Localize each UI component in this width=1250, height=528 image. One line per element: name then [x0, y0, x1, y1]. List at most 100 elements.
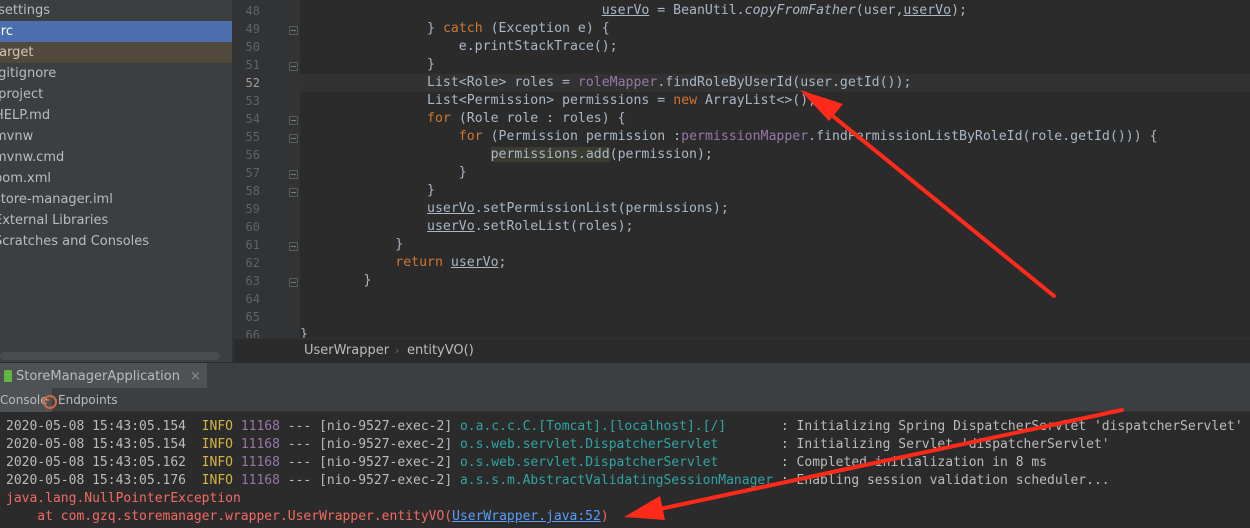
tree-item-scratches[interactable]: Scratches and Consoles [0, 231, 232, 252]
editor-gutter[interactable]: 48 49 50 51 52 53 54 55 56 57 58 59 60 6… [234, 0, 300, 338]
tree-item-gitignore[interactable]: .gitignore [0, 63, 232, 84]
line-number: 57 [245, 166, 260, 180]
line-number: 56 [245, 148, 260, 162]
tree-item-mvnw[interactable]: mvnw [0, 126, 232, 147]
breadcrumb-method[interactable]: entityVO() [407, 340, 474, 362]
code-token: copyFromFather [744, 3, 856, 18]
stacktrace-source-link[interactable]: UserWrapper.java:52 [452, 509, 601, 524]
fold-marker-icon[interactable] [289, 188, 298, 197]
code-token: permissionMapper [681, 129, 809, 144]
fold-marker-icon[interactable] [289, 278, 298, 287]
tree-item-settings[interactable]: .settings [0, 0, 232, 21]
stacktrace-close: ) [600, 509, 609, 524]
fold-marker-icon[interactable] [289, 242, 298, 251]
tree-item-target[interactable]: target [0, 42, 232, 63]
log-thread: [nio-9527-exec-2] [319, 437, 453, 452]
code-token: } [363, 273, 372, 288]
code-token: (user, [855, 3, 904, 18]
tree-item-external-libraries[interactable]: External Libraries [0, 210, 232, 231]
code-line-52: List<Role> roles = roleMapper.findRoleBy… [300, 74, 911, 92]
code-line-54: for (Role role : roles) { [300, 110, 626, 128]
code-token: } [427, 21, 443, 36]
line-number: 50 [245, 40, 260, 54]
code-token: } [395, 237, 404, 252]
run-config-tab[interactable]: StoreManagerApplication × [0, 363, 207, 389]
code-token: userVo [601, 3, 650, 18]
log-pid: 11168 [240, 437, 280, 452]
code-editor[interactable]: userVo = BeanUtil.copyFromFather(user,us… [300, 0, 1250, 338]
code-token: return [395, 255, 443, 270]
log-level: INFO [201, 473, 233, 488]
log-line: 2020-05-08 15:43:05.176 INFO 11168 --- [… [6, 472, 1110, 490]
code-token: } [427, 183, 435, 198]
code-token: .findRoleByUserId(user.getId()); [657, 75, 912, 90]
log-line: 2020-05-08 15:43:05.154 INFO 11168 --- [… [6, 418, 1243, 436]
console-output[interactable]: 2020-05-08 15:43:05.154 INFO 11168 --- [… [0, 413, 1250, 528]
project-tree[interactable]: .settings src target .gitignore .project… [0, 0, 232, 362]
log-level: INFO [201, 419, 233, 434]
code-token: } [427, 57, 435, 72]
code-line-48: userVo = BeanUtil.copyFromFather(user,us… [300, 2, 967, 20]
code-token: .findPermissionListByRoleId(role.getId()… [808, 129, 1158, 144]
tab-endpoints-label: Endpoints [58, 393, 118, 407]
log-line: 2020-05-08 15:43:05.154 INFO 11168 --- [… [6, 436, 1110, 454]
code-token: userVo [427, 219, 475, 234]
line-number: 51 [245, 58, 260, 72]
tree-item-project[interactable]: .project [0, 84, 232, 105]
code-line-51: } [300, 56, 435, 74]
exception-name: java.lang.NullPointerException [6, 491, 241, 506]
log-thread: [nio-9527-exec-2] [319, 455, 453, 470]
log-thread: [nio-9527-exec-2] [319, 419, 453, 434]
log-logger: a.s.s.m.AbstractValidatingSessionManager [459, 473, 774, 488]
code-token: for [458, 129, 483, 144]
log-dash: --- [279, 437, 320, 452]
code-token: (Role role : roles) { [450, 111, 626, 126]
code-line-55: for (Permission permission :permissionMa… [300, 128, 1158, 146]
tab-endpoints[interactable]: Endpoints [38, 388, 122, 412]
fold-marker-icon[interactable] [289, 26, 298, 35]
line-number-current: 52 [245, 76, 260, 90]
code-token: e.printStackTrace(); [458, 39, 618, 54]
code-token: .setPermissionList(permissions); [474, 201, 729, 216]
code-line-58: } [300, 182, 435, 200]
tree-horizontal-scrollbar[interactable] [0, 352, 220, 360]
code-line-61: } [300, 236, 403, 254]
code-line-50: e.printStackTrace(); [300, 38, 618, 56]
fold-marker-icon[interactable] [289, 62, 298, 71]
breadcrumb-class[interactable]: UserWrapper [304, 340, 389, 362]
line-number: 61 [245, 238, 260, 252]
line-number: 54 [245, 112, 260, 126]
line-number: 59 [245, 202, 260, 216]
log-pid: 11168 [240, 455, 280, 470]
log-message: : Initializing Servlet 'dispatcherServle… [773, 437, 1110, 452]
log-logger: o.a.c.c.C.[Tomcat].[localhost].[/] [459, 419, 774, 434]
log-level: INFO [201, 455, 233, 470]
line-number: 64 [245, 292, 260, 306]
tree-item-mvnw-cmd[interactable]: mvnw.cmd [0, 147, 232, 168]
run-config-label: StoreManagerApplication [16, 368, 180, 384]
endpoints-icon [42, 394, 57, 409]
chevron-right-icon: › [395, 344, 400, 357]
line-number: 66 [245, 328, 260, 338]
code-token: = BeanUtil. [649, 3, 745, 18]
close-icon[interactable]: × [190, 369, 201, 384]
log-time: 2020-05-08 15:43:05.176 [6, 473, 187, 488]
run-subtabs: Console Endpoints [0, 388, 1250, 412]
tree-item-src[interactable]: src [0, 21, 232, 42]
code-token: userVo [903, 3, 952, 18]
tree-item-iml[interactable]: store-manager.iml [0, 189, 232, 210]
run-tool-window-header: StoreManagerApplication × [0, 362, 1250, 389]
fold-marker-icon[interactable] [289, 134, 298, 143]
tree-item-help-md[interactable]: HELP.md [0, 105, 232, 126]
tree-item-pom-xml[interactable]: pom.xml [0, 168, 232, 189]
log-time: 2020-05-08 15:43:05.154 [6, 419, 187, 434]
log-line: 2020-05-08 15:43:05.162 INFO 11168 --- [… [6, 454, 1047, 472]
code-line-53: List<Permission> permissions = new Array… [300, 92, 816, 110]
fold-marker-icon[interactable] [289, 116, 298, 125]
fold-marker-icon[interactable] [289, 170, 298, 179]
code-token: userVo [450, 255, 499, 270]
log-thread: [nio-9527-exec-2] [319, 473, 453, 488]
log-level: INFO [201, 437, 233, 452]
code-token: userVo [427, 201, 475, 216]
breadcrumb: UserWrapper › entityVO() [234, 338, 1250, 362]
